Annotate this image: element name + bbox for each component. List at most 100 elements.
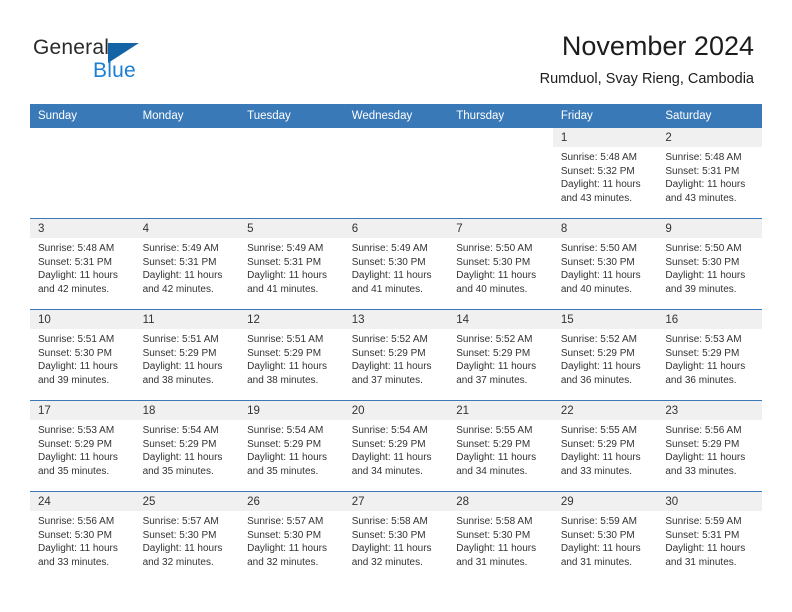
calendar-cell: 30 Sunrise: 5:59 AM Sunset: 5:31 PM Dayligh… — [657, 491, 762, 582]
sunset-text: Sunset: 5:31 PM — [38, 256, 112, 268]
daylight-text-line2: and 36 minutes. — [560, 374, 632, 386]
day-cell-empty — [343, 128, 449, 218]
daylight-text-line1: Daylight: 11 hours — [456, 270, 537, 281]
day-number: 27 — [343, 492, 449, 511]
weekday-header-monday: Monday — [134, 104, 240, 128]
sunrise-text: Sunrise: 5:48 AM — [665, 152, 742, 163]
calendar-cell: 12 Sunrise: 5:51 AM Sunset: 5:29 PM Dayligh… — [239, 309, 344, 401]
day-cell[interactable]: 4 Sunrise: 5:49 AM Sunset: 5:31 PM Daylight… — [134, 219, 240, 309]
day-cell[interactable]: 2 Sunrise: 5:48 AM Sunset: 5:31 PM Daylight… — [657, 128, 762, 218]
sunset-text: Sunset: 5:31 PM — [142, 256, 217, 268]
brand-logo[interactable]: General Blue — [33, 36, 223, 88]
sunset-text: Sunset: 5:29 PM — [38, 438, 112, 450]
day-cell[interactable]: 26 Sunrise: 5:57 AM Sunset: 5:30 PM Dayligh… — [239, 492, 344, 582]
sunrise-text: Sunrise: 5:50 AM — [560, 243, 637, 254]
day-details: Sunrise: 5:59 AM Sunset: 5:31 PM Daylight:… — [657, 511, 762, 569]
day-cell[interactable]: 18 Sunrise: 5:54 AM Sunset: 5:29 PM Dayligh… — [134, 401, 240, 491]
day-cell[interactable]: 16 Sunrise: 5:53 AM Sunset: 5:29 PM Dayligh… — [657, 310, 762, 400]
day-cell[interactable]: 17 Sunrise: 5:53 AM Sunset: 5:29 PM Dayligh… — [30, 401, 135, 491]
weekday-header-saturday: Saturday — [657, 104, 762, 128]
daylight-text-line1: Daylight: 11 hours — [560, 179, 641, 190]
day-details: Sunrise: 5:52 AM Sunset: 5:29 PM Daylight:… — [344, 329, 449, 387]
day-cell[interactable]: 9 Sunrise: 5:50 AM Sunset: 5:30 PM Daylight… — [657, 219, 762, 309]
daylight-text-line2: and 40 minutes. — [456, 283, 528, 295]
day-details: Sunrise: 5:55 AM Sunset: 5:29 PM Daylight:… — [553, 420, 658, 478]
day-number: 21 — [448, 401, 553, 420]
day-number: 12 — [239, 310, 344, 329]
sunrise-text: Sunrise: 5:49 AM — [247, 243, 324, 254]
daylight-text-line1: Daylight: 11 hours — [142, 270, 223, 281]
day-cell[interactable]: 21 Sunrise: 5:55 AM Sunset: 5:29 PM Dayligh… — [448, 401, 553, 491]
calendar-cell: 6 Sunrise: 5:49 AM Sunset: 5:30 PM Daylight… — [343, 218, 449, 310]
day-cell[interactable]: 23 Sunrise: 5:56 AM Sunset: 5:29 PM Dayligh… — [657, 401, 762, 491]
daylight-text-line2: and 38 minutes. — [247, 374, 319, 386]
day-number: 22 — [552, 401, 658, 420]
day-details: Sunrise: 5:52 AM Sunset: 5:29 PM Daylight:… — [553, 329, 658, 387]
day-cell[interactable]: 29 Sunrise: 5:59 AM Sunset: 5:30 PM Dayligh… — [552, 492, 658, 582]
day-details: Sunrise: 5:57 AM Sunset: 5:30 PM Daylight:… — [239, 511, 344, 569]
day-number: 23 — [657, 401, 762, 420]
calendar-cell: 29 Sunrise: 5:59 AM Sunset: 5:30 PM Dayligh… — [552, 491, 658, 582]
day-number: 25 — [134, 492, 240, 511]
day-cell[interactable]: 14 Sunrise: 5:52 AM Sunset: 5:29 PM Dayligh… — [448, 310, 553, 400]
day-cell[interactable]: 22 Sunrise: 5:55 AM Sunset: 5:29 PM Dayligh… — [552, 401, 658, 491]
calendar-cell: 14 Sunrise: 5:52 AM Sunset: 5:29 PM Dayligh… — [448, 309, 553, 401]
sunset-text: Sunset: 5:30 PM — [351, 256, 426, 268]
day-cell[interactable]: 20 Sunrise: 5:54 AM Sunset: 5:29 PM Dayligh… — [343, 401, 449, 491]
sunset-text: Sunset: 5:30 PM — [351, 529, 426, 541]
day-cell[interactable]: 1 Sunrise: 5:48 AM Sunset: 5:32 PM Daylight… — [552, 128, 658, 218]
calendar-cell: 28 Sunrise: 5:58 AM Sunset: 5:30 PM Dayligh… — [448, 491, 553, 582]
daylight-text-line1: Daylight: 11 hours — [351, 452, 432, 463]
day-cell[interactable]: 25 Sunrise: 5:57 AM Sunset: 5:30 PM Dayligh… — [134, 492, 240, 582]
day-cell[interactable]: 3 Sunrise: 5:48 AM Sunset: 5:31 PM Daylight… — [30, 219, 135, 309]
day-cell[interactable]: 15 Sunrise: 5:52 AM Sunset: 5:29 PM Dayligh… — [552, 310, 658, 400]
brand-name-blue: Blue — [93, 59, 136, 82]
calendar-cell: 16 Sunrise: 5:53 AM Sunset: 5:29 PM Dayligh… — [657, 309, 762, 401]
day-details: Sunrise: 5:51 AM Sunset: 5:29 PM Daylight:… — [135, 329, 240, 387]
day-cell[interactable]: 10 Sunrise: 5:51 AM Sunset: 5:30 PM Dayligh… — [30, 310, 135, 400]
calendar-week-row: 24 Sunrise: 5:56 AM Sunset: 5:30 PM Dayligh… — [30, 491, 762, 582]
daylight-text-line2: and 37 minutes. — [456, 374, 528, 386]
daylight-text-line2: and 39 minutes. — [665, 283, 737, 295]
sunset-text: Sunset: 5:31 PM — [665, 529, 740, 541]
day-cell[interactable]: 28 Sunrise: 5:58 AM Sunset: 5:30 PM Dayligh… — [448, 492, 553, 582]
day-number: 14 — [448, 310, 553, 329]
calendar-cell: 10 Sunrise: 5:51 AM Sunset: 5:30 PM Dayligh… — [30, 309, 135, 401]
day-cell[interactable]: 5 Sunrise: 5:49 AM Sunset: 5:31 PM Daylight… — [239, 219, 344, 309]
sunset-text: Sunset: 5:31 PM — [247, 256, 322, 268]
day-cell[interactable]: 12 Sunrise: 5:51 AM Sunset: 5:29 PM Dayligh… — [239, 310, 344, 400]
daylight-text-line1: Daylight: 11 hours — [665, 179, 746, 190]
day-cell[interactable]: 11 Sunrise: 5:51 AM Sunset: 5:29 PM Dayligh… — [134, 310, 240, 400]
sunrise-text: Sunrise: 5:52 AM — [351, 334, 428, 345]
day-details: Sunrise: 5:53 AM Sunset: 5:29 PM Daylight:… — [657, 329, 762, 387]
sunrise-text: Sunrise: 5:57 AM — [142, 516, 219, 527]
day-number — [239, 128, 344, 147]
daylight-text-line1: Daylight: 11 hours — [247, 452, 327, 463]
day-number: 5 — [239, 219, 344, 238]
sunset-text: Sunset: 5:29 PM — [351, 347, 426, 359]
day-cell[interactable]: 6 Sunrise: 5:49 AM Sunset: 5:30 PM Daylight… — [343, 219, 449, 309]
day-cell[interactable]: 27 Sunrise: 5:58 AM Sunset: 5:30 PM Dayligh… — [343, 492, 449, 582]
daylight-text-line1: Daylight: 11 hours — [560, 543, 641, 554]
calendar-cell: 19 Sunrise: 5:54 AM Sunset: 5:29 PM Dayligh… — [239, 400, 344, 492]
day-cell[interactable]: 30 Sunrise: 5:59 AM Sunset: 5:31 PM Dayligh… — [657, 492, 762, 582]
day-cell[interactable]: 24 Sunrise: 5:56 AM Sunset: 5:30 PM Dayligh… — [30, 492, 135, 582]
day-cell[interactable]: 8 Sunrise: 5:50 AM Sunset: 5:30 PM Daylight… — [552, 219, 658, 309]
day-cell[interactable]: 13 Sunrise: 5:52 AM Sunset: 5:29 PM Dayligh… — [343, 310, 449, 400]
calendar-cell: 26 Sunrise: 5:57 AM Sunset: 5:30 PM Dayligh… — [239, 491, 344, 582]
day-details: Sunrise: 5:54 AM Sunset: 5:29 PM Daylight:… — [135, 420, 240, 478]
day-cell[interactable]: 19 Sunrise: 5:54 AM Sunset: 5:29 PM Dayligh… — [239, 401, 344, 491]
daylight-text-line1: Daylight: 11 hours — [38, 452, 118, 463]
day-cell[interactable]: 7 Sunrise: 5:50 AM Sunset: 5:30 PM Daylight… — [448, 219, 553, 309]
sunrise-text: Sunrise: 5:59 AM — [560, 516, 637, 527]
daylight-text-line1: Daylight: 11 hours — [142, 452, 223, 463]
day-number: 18 — [134, 401, 240, 420]
day-details: Sunrise: 5:55 AM Sunset: 5:29 PM Daylight:… — [448, 420, 553, 478]
daylight-text-line2: and 33 minutes. — [38, 556, 110, 568]
day-details: Sunrise: 5:54 AM Sunset: 5:29 PM Daylight:… — [344, 420, 449, 478]
daylight-text-line1: Daylight: 11 hours — [560, 361, 641, 372]
day-details: Sunrise: 5:56 AM Sunset: 5:29 PM Daylight:… — [657, 420, 762, 478]
calendar-week-row: 10 Sunrise: 5:51 AM Sunset: 5:30 PM Dayligh… — [30, 309, 762, 401]
calendar-body: 1 Sunrise: 5:48 AM Sunset: 5:32 PM Daylight… — [30, 128, 762, 582]
day-number: 20 — [343, 401, 449, 420]
